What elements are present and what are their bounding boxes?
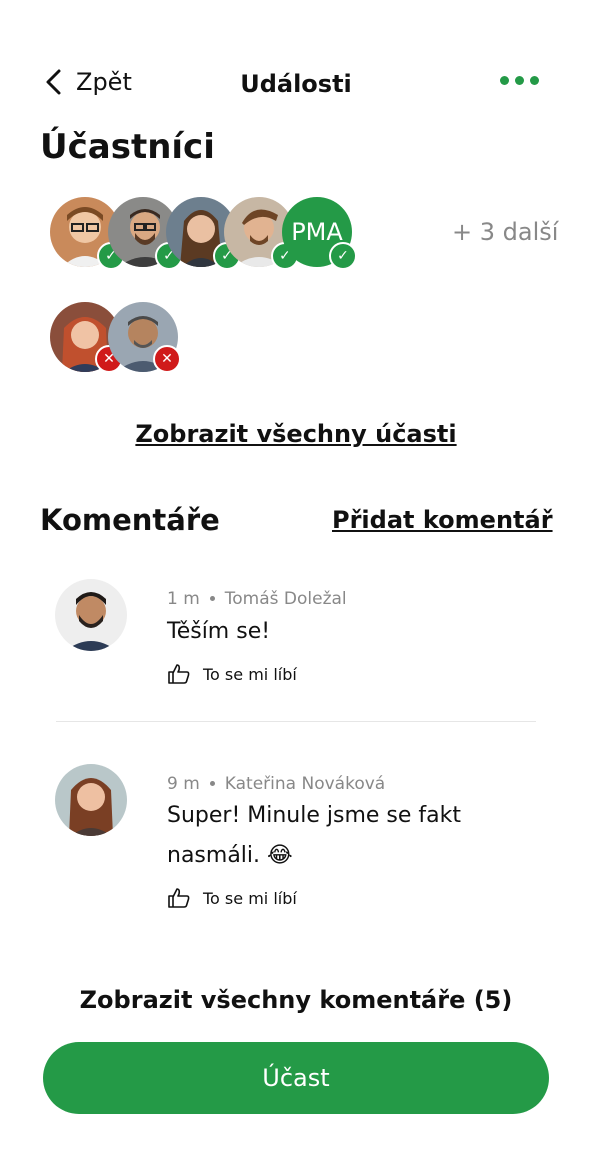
comment-time: 1 m xyxy=(167,589,200,609)
comment-divider xyxy=(56,721,536,722)
comment-time: 9 m xyxy=(167,774,200,794)
declined-avatars: ✕ ✕ xyxy=(50,302,190,374)
comment-item: 9 m Kateřina Nováková Super! Minule jsme … xyxy=(55,764,545,924)
participants-heading: Účastníci xyxy=(40,127,215,167)
comment-meta: 9 m Kateřina Nováková xyxy=(167,774,385,794)
comment-meta: 1 m Tomáš Doležal xyxy=(167,589,347,609)
avatar[interactable] xyxy=(55,764,127,836)
like-label: To se mi líbí xyxy=(203,888,297,908)
thumbs-up-icon xyxy=(168,664,190,684)
add-comment-link[interactable]: Přidat komentář xyxy=(332,506,553,534)
attend-button[interactable]: Účast xyxy=(43,1042,549,1114)
show-all-participants-link[interactable]: Zobrazit všechny účasti xyxy=(135,420,456,448)
top-bar: Zpět Události xyxy=(0,60,592,110)
like-label: To se mi líbí xyxy=(203,664,297,684)
show-all-comments-link[interactable]: Zobrazit všechny komentáře (5) xyxy=(0,986,592,1014)
attending-avatars: ✓ ✓ ✓ ✓ PMA ✓ xyxy=(50,197,370,270)
more-options-icon[interactable] xyxy=(500,76,539,85)
like-button[interactable]: To se mi líbí xyxy=(167,663,297,685)
comment-text: Super! Minule jsme se fakt nasmáli. 😂 xyxy=(167,803,462,868)
avatar[interactable] xyxy=(55,579,127,651)
comments-heading: Komentáře xyxy=(40,503,220,537)
comment-author: Tomáš Doležal xyxy=(224,589,347,609)
check-icon: ✓ xyxy=(329,242,357,270)
more-participants-count[interactable]: + 3 další xyxy=(452,218,558,246)
thumbs-up-icon xyxy=(168,888,190,908)
comment-item: 1 m Tomáš Doležal Těším se! To se mi líbí xyxy=(55,579,545,699)
like-button[interactable]: To se mi líbí xyxy=(167,887,297,909)
comment-author: Kateřina Nováková xyxy=(224,774,386,794)
close-icon: ✕ xyxy=(153,345,181,373)
comment-text: Těším se! xyxy=(167,619,271,644)
